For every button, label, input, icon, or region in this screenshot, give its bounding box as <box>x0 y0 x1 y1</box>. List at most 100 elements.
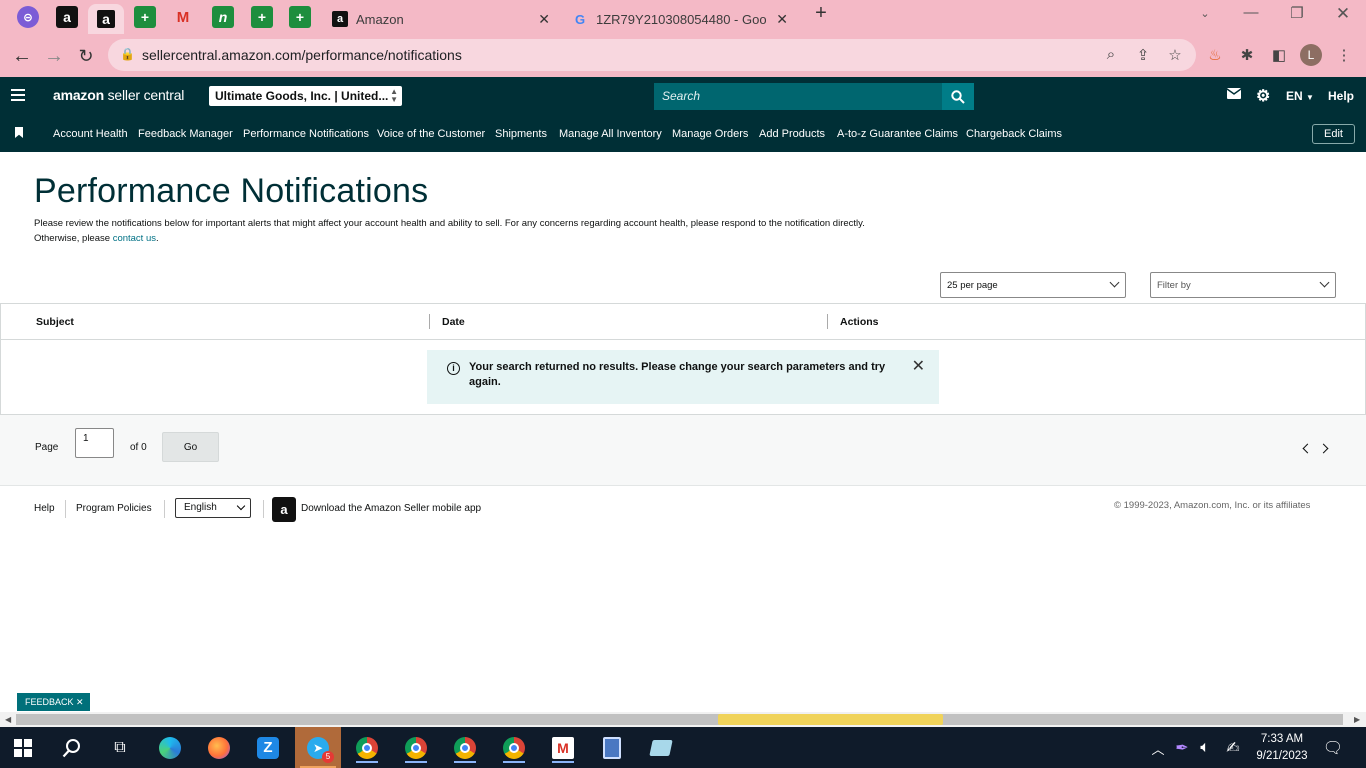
nav-chargeback-claims[interactable]: Chargeback Claims <box>966 128 1062 140</box>
share-icon[interactable]: ⇪ <box>1133 46 1153 64</box>
nav-add-products[interactable]: Add Products <box>759 128 825 140</box>
next-page-icon[interactable] <box>1318 443 1329 454</box>
tab-search-icon[interactable]: ⌄ <box>1194 7 1216 20</box>
back-icon[interactable]: ← <box>10 44 34 68</box>
scroll-right-icon[interactable]: ▶ <box>1354 715 1360 724</box>
chrome-icon[interactable] <box>499 733 529 763</box>
gmail-app-icon[interactable]: M <box>548 733 578 763</box>
horizontal-scrollbar[interactable]: ◀ ▶ <box>0 712 1366 727</box>
volume-icon[interactable]: 🔈︎ <box>1190 733 1220 763</box>
per-page-select[interactable]: 25 per page <box>940 272 1126 298</box>
clock-date: 9/21/2023 <box>1256 750 1308 762</box>
browser-menu-icon[interactable]: ⋮ <box>1334 46 1354 64</box>
filter-by-placeholder: Filter by <box>1157 280 1191 291</box>
pinned-tab-sheets-2[interactable]: + <box>251 6 273 28</box>
account-selector[interactable]: Ultimate Goods, Inc. | United... ▲ ▼ <box>209 86 402 106</box>
address-bar[interactable]: 🔒 sellercentral.amazon.com/performance/n… <box>108 39 1196 71</box>
footer-language-select[interactable]: English <box>175 498 251 518</box>
pinned-tab-sheets-3[interactable]: + <box>289 6 311 28</box>
page-number-input[interactable]: 1 <box>75 428 114 458</box>
pinned-tab-sheets[interactable]: + <box>134 6 156 28</box>
nav-manage-orders[interactable]: Manage Orders <box>672 128 748 140</box>
settings-gear-icon[interactable]: ⚙ <box>1256 86 1270 106</box>
go-button[interactable]: Go <box>162 432 219 462</box>
bookmark-star-icon[interactable]: ☆ <box>1165 46 1185 64</box>
system-clock[interactable]: 7:33 AM 9/21/2023 <box>1252 731 1312 765</box>
nav-voice-of-the-customer[interactable]: Voice of the Customer <box>377 128 485 140</box>
feedback-button[interactable]: FEEDBACK ✕ <box>17 693 90 711</box>
close-tab-icon[interactable]: ✕ <box>538 11 550 28</box>
close-icon[interactable]: ✕ <box>76 697 84 707</box>
telegram-badge: 5 <box>322 750 334 763</box>
nav-performance-notifications[interactable]: Performance Notifications <box>243 128 369 140</box>
contact-us-link[interactable]: contact us <box>113 233 156 244</box>
nav-feedback-manager[interactable]: Feedback Manager <box>138 128 233 140</box>
scrollbar-thumb[interactable] <box>718 714 943 725</box>
calculator-icon[interactable] <box>597 733 627 763</box>
close-icon[interactable]: ✕ <box>912 359 925 375</box>
search-icon[interactable] <box>57 733 87 763</box>
edge-icon[interactable] <box>155 733 185 763</box>
nav-shipments[interactable]: Shipments <box>495 128 547 140</box>
extension-fire-icon[interactable]: ♨ <box>1205 46 1225 64</box>
pinned-tab-chat[interactable]: ⊝ <box>17 6 39 28</box>
zoho-icon[interactable]: Z <box>253 733 283 763</box>
pinned-tab-gmail[interactable]: M <box>172 6 194 28</box>
tab-google[interactable]: G 1ZR79Y210308054480 - Google S ✕ <box>562 4 798 34</box>
pagination-bar: Page 1 of 0 Go <box>0 415 1366 486</box>
windows-taskbar: ⧉ Z ➤ 5 M ︿ ✒ 🔈︎ ✍︎ 7:33 AM 9/21/2023 🗨︎ <box>0 727 1366 768</box>
reload-icon[interactable]: ↻ <box>74 44 98 68</box>
nav-a-to-z-claims[interactable]: A-to-z Guarantee Claims <box>837 128 958 140</box>
nav-account-health[interactable]: Account Health <box>53 128 128 140</box>
pinned-tab-n-app[interactable]: n <box>212 6 234 28</box>
filter-by-select[interactable]: Filter by <box>1150 272 1336 298</box>
zoom-icon[interactable]: ⌕ <box>1101 46 1121 63</box>
clock-time: 7:33 AM <box>1260 733 1304 745</box>
minimize-button[interactable]: — <box>1240 4 1262 21</box>
page-count: of 0 <box>130 442 147 453</box>
column-subject[interactable]: Subject <box>36 316 74 328</box>
seller-central-logo[interactable]: amazon seller central <box>53 87 184 103</box>
column-divider <box>429 314 430 329</box>
scroll-left-icon[interactable]: ◀ <box>5 715 11 724</box>
side-panel-icon[interactable]: ◧ <box>1269 46 1289 64</box>
program-policies-link[interactable]: Program Policies <box>76 503 152 514</box>
download-app-link[interactable]: Download the Amazon Seller mobile app <box>301 503 481 514</box>
column-actions: Actions <box>840 316 879 328</box>
search-button[interactable] <box>942 83 974 110</box>
profile-avatar[interactable]: L <box>1300 44 1322 66</box>
windows-start-icon[interactable] <box>8 733 38 763</box>
column-date[interactable]: Date <box>442 316 465 328</box>
new-tab-button[interactable]: + <box>810 2 832 25</box>
pen-icon[interactable]: ✍︎ <box>1218 733 1248 763</box>
chrome-icon[interactable] <box>450 733 480 763</box>
page-label: Page <box>35 442 59 453</box>
tab-amazon[interactable]: a Amazon ✕ <box>322 4 560 34</box>
forward-icon[interactable]: → <box>42 44 66 68</box>
help-link[interactable]: Help <box>1328 89 1354 103</box>
hamburger-menu-icon[interactable] <box>11 89 25 101</box>
notifications-icon[interactable]: 🗨︎ <box>1318 733 1348 763</box>
pinned-tab-amazon-active[interactable]: a <box>88 4 124 34</box>
notes-app-icon[interactable] <box>646 733 676 763</box>
edit-nav-button[interactable]: Edit <box>1312 124 1355 144</box>
language-selector[interactable]: EN ▼ <box>1286 89 1314 103</box>
footer-help-link[interactable]: Help <box>34 503 55 514</box>
telegram-icon[interactable]: ➤ 5 <box>295 727 341 768</box>
nav-manage-all-inventory[interactable]: Manage All Inventory <box>559 128 662 140</box>
chrome-icon[interactable] <box>401 733 431 763</box>
previous-page-icon[interactable] <box>1302 443 1313 454</box>
firefox-icon[interactable] <box>204 733 234 763</box>
amazon-seller-app-icon[interactable]: a <box>272 497 296 522</box>
bookmark-icon[interactable] <box>15 127 23 138</box>
pinned-tab-amazon[interactable]: a <box>56 6 78 28</box>
search-input[interactable]: Search <box>654 83 942 110</box>
restore-button[interactable]: ❐ <box>1286 4 1308 22</box>
scrollbar-track[interactable] <box>16 714 1343 725</box>
close-tab-icon[interactable]: ✕ <box>776 11 788 28</box>
extensions-puzzle-icon[interactable]: ✱ <box>1237 46 1257 64</box>
mail-icon[interactable] <box>1226 88 1242 102</box>
close-window-button[interactable]: ✕ <box>1332 4 1354 24</box>
task-view-icon[interactable]: ⧉ <box>105 733 135 763</box>
chrome-icon[interactable] <box>352 733 382 763</box>
